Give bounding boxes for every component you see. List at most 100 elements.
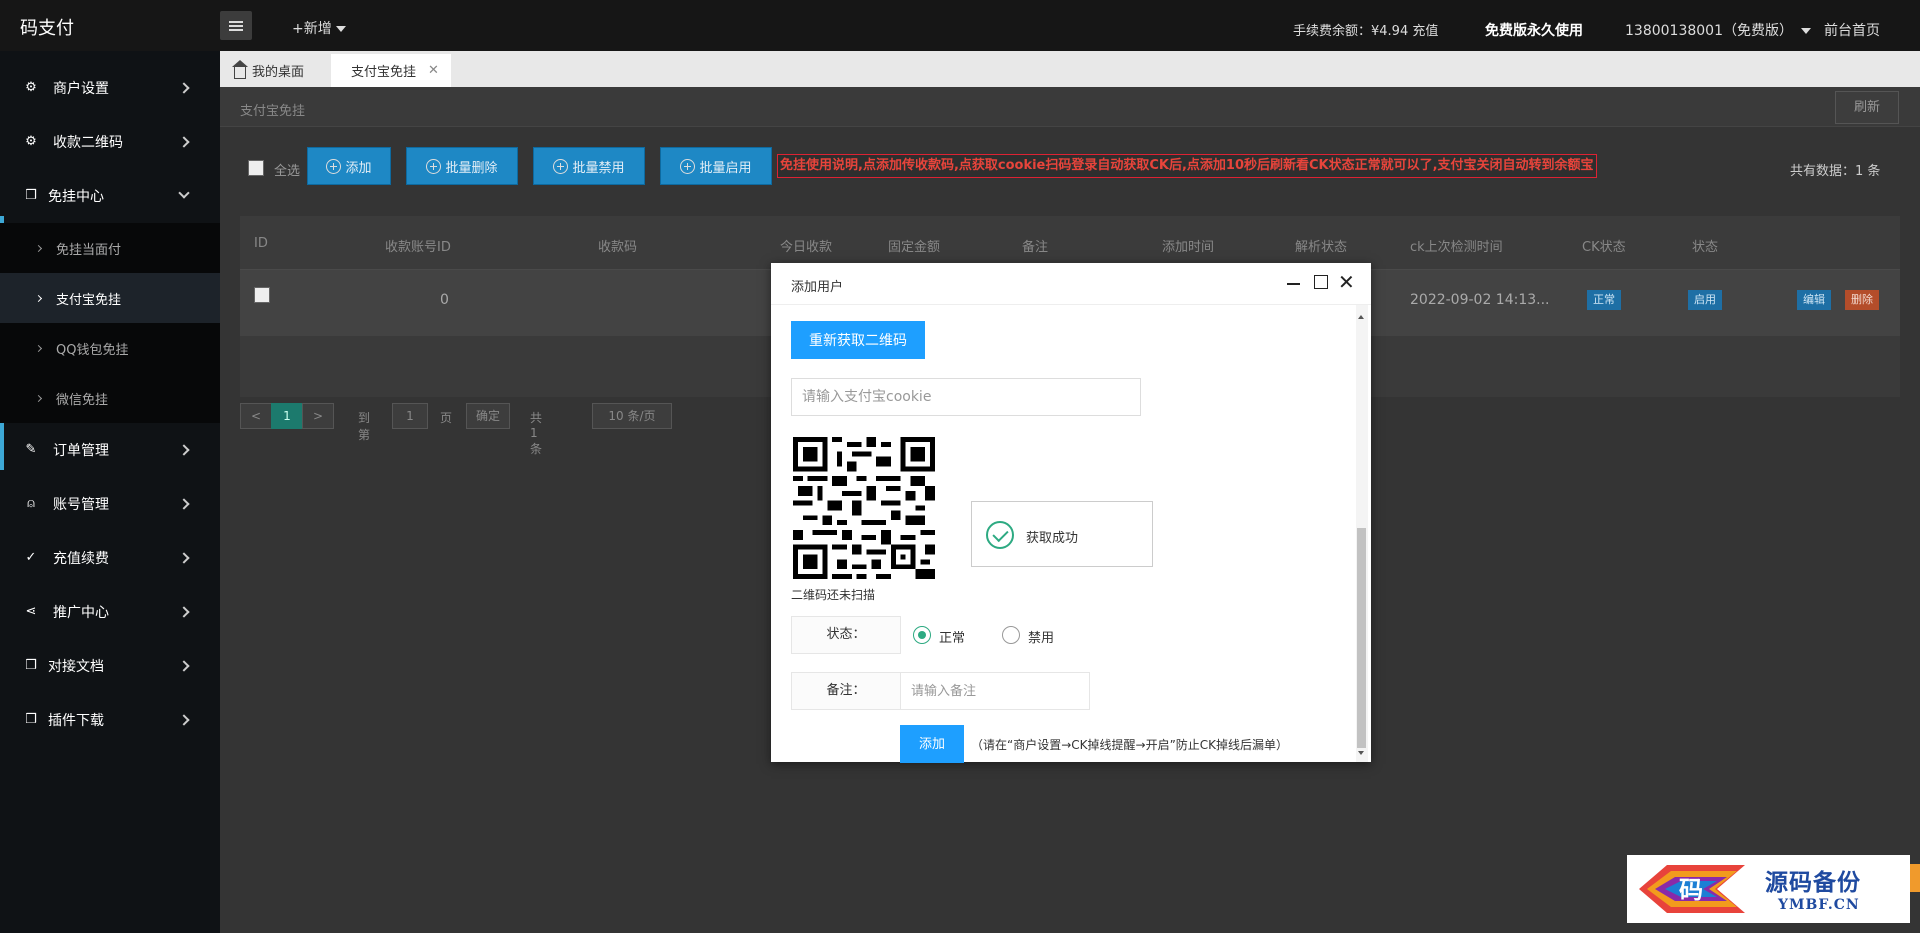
plus-circle-icon xyxy=(326,158,342,174)
sidebar-item-docs[interactable]: ❒ 对接文档 xyxy=(0,639,220,693)
cookie-input[interactable] xyxy=(791,378,1141,416)
breadcrumb-bar: 支付宝免挂 刷新 xyxy=(220,87,1920,127)
tab-alipay[interactable]: 支付宝免挂 ✕ xyxy=(331,54,451,87)
plus-circle-icon xyxy=(680,158,696,174)
modal-scrollbar-thumb[interactable] xyxy=(1357,528,1366,748)
next-page-button[interactable]: > xyxy=(302,403,334,429)
add-button[interactable]: 添加 xyxy=(307,147,391,185)
scroll-down-icon[interactable] xyxy=(1358,751,1364,755)
batch-enable-button[interactable]: 批量启用 xyxy=(660,147,772,185)
sidebar-item-plugins[interactable]: ❒ 插件下载 xyxy=(0,693,220,747)
sidebar-subitem-face-pay[interactable]: 免挂当面付 xyxy=(0,223,220,273)
chevron-right-icon xyxy=(34,244,43,252)
edit-button[interactable]: 编辑 xyxy=(1797,290,1831,310)
usage-notice: 免挂使用说明,点添加传收款码,点获取cookie扫码登录自动获取CK后,点添加1… xyxy=(777,154,1597,178)
sidebar-item-label: 对接文档 xyxy=(48,659,104,675)
row-checkbox[interactable] xyxy=(254,287,270,303)
breadcrumb: 支付宝免挂 xyxy=(240,104,306,119)
goto-confirm-button[interactable]: 确定 xyxy=(466,403,510,429)
chevron-down-icon xyxy=(178,187,190,199)
watermark-en: YMBF.CN xyxy=(1778,897,1860,913)
sidebar-subitem-wechat[interactable]: 微信免挂 xyxy=(0,373,220,423)
sidebar-item-merchant-settings[interactable]: ⚙ 商户设置 xyxy=(0,61,220,115)
scroll-up-icon[interactable] xyxy=(1358,315,1364,319)
sidebar-item-recharge[interactable]: ✓ 充值续费 xyxy=(0,531,220,585)
tab-bar: 我的桌面 支付宝免挂 ✕ xyxy=(220,51,1920,87)
page-size-select[interactable]: 10 条/页 xyxy=(592,403,672,429)
status-disabled-radio[interactable] xyxy=(1002,626,1020,644)
gear-icon: ⚙ xyxy=(25,134,37,149)
chevron-right-icon xyxy=(34,294,43,302)
maximize-icon[interactable] xyxy=(1314,275,1328,289)
batch-enable-label: 批量启用 xyxy=(699,160,752,176)
sidebar-item-label: 推广中心 xyxy=(53,605,109,621)
watermark-logo: 码 xyxy=(1639,865,1745,913)
sidebar-item-accounts[interactable]: ⍝ 账号管理 xyxy=(0,477,220,531)
sidebar-subitem-label: 微信免挂 xyxy=(56,392,109,408)
sidebar-item-label: 订单管理 xyxy=(53,443,109,459)
sidebar-item-label: 商户设置 xyxy=(53,81,109,97)
fee-balance[interactable]: 手续费余额：¥4.94 充值 xyxy=(1293,20,1438,39)
remark-input[interactable] xyxy=(900,672,1090,710)
close-icon[interactable]: ✕ xyxy=(428,63,439,78)
user-icon: ⍝ xyxy=(27,496,35,511)
sidebar-item-label: 收款二维码 xyxy=(53,135,123,151)
home-icon xyxy=(232,59,248,79)
ck-reminder-tip: （请在“商户设置→CK掉线提醒→开启”防止CK掉线后漏单） xyxy=(971,738,1289,752)
ck-status-badge: 正常 xyxy=(1587,290,1621,310)
chevron-right-icon xyxy=(178,552,190,564)
delete-button[interactable]: 删除 xyxy=(1845,290,1879,310)
plan-label: 免费版永久使用 xyxy=(1485,23,1583,39)
plus-circle-icon xyxy=(426,158,442,174)
batch-delete-button[interactable]: 批量删除 xyxy=(406,147,518,185)
status-normal-label[interactable]: 正常 xyxy=(939,627,965,646)
sidebar-item-orders[interactable]: ✎ 订单管理 xyxy=(0,423,220,477)
minimize-icon[interactable] xyxy=(1287,283,1300,285)
chevron-right-icon xyxy=(178,498,190,510)
share-icon: ⋖ xyxy=(25,604,37,619)
status-normal-radio[interactable] xyxy=(913,626,931,644)
sidebar-item-qr-codes[interactable]: ⚙ 收款二维码 xyxy=(0,115,220,169)
new-menu-button[interactable]: +新增 xyxy=(292,18,346,38)
prev-page-button[interactable]: < xyxy=(240,403,272,429)
cube-icon: ❒ xyxy=(25,188,37,203)
select-all-checkbox[interactable] xyxy=(248,160,264,176)
menu-toggle-button[interactable] xyxy=(220,11,252,40)
user-menu[interactable]: 13800138001（免费版） xyxy=(1625,20,1812,40)
modal-title: 添加用户 xyxy=(791,280,844,295)
page-1-button[interactable]: 1 xyxy=(271,403,303,429)
toolbar: 全选 添加 批量删除 批量禁用 批量启用 免挂使用说明,点添加传收款码,点获取c… xyxy=(220,142,1920,202)
cube-icon: ❒ xyxy=(25,712,37,727)
app-logo[interactable]: 码支付 xyxy=(20,14,74,40)
home-link[interactable]: 前台首页 xyxy=(1824,20,1880,40)
regenerate-qr-button[interactable]: 重新获取二维码 xyxy=(791,321,925,359)
close-icon[interactable]: ✕ xyxy=(1338,272,1355,292)
gear-icon: ⚙ xyxy=(25,80,37,95)
user-name: 13800138001（免费版） xyxy=(1625,23,1793,39)
sidebar-item-hang-free-center[interactable]: ❒ 免挂中心 xyxy=(0,169,220,223)
batch-delete-label: 批量删除 xyxy=(445,160,498,176)
cube-icon: ❒ xyxy=(25,658,37,673)
tab-desktop[interactable]: 我的桌面 xyxy=(232,54,304,87)
batch-disable-button[interactable]: 批量禁用 xyxy=(533,147,645,185)
page-unit-label: 页 xyxy=(440,411,453,425)
chevron-right-icon xyxy=(178,444,190,456)
hamburger-icon xyxy=(229,20,243,31)
sidebar-subitem-label: QQ钱包免挂 xyxy=(56,342,129,358)
chevron-right-icon xyxy=(178,136,190,148)
submit-add-button[interactable]: 添加 xyxy=(900,725,964,763)
status-disabled-label[interactable]: 禁用 xyxy=(1028,627,1054,646)
col-added-time: 添加时间 xyxy=(1162,240,1215,255)
watermark-logo-char: 码 xyxy=(1679,875,1703,904)
refresh-button[interactable]: 刷新 xyxy=(1835,91,1899,124)
edit-icon: ✎ xyxy=(25,442,37,457)
col-ck-check-time: ck上次检测时间 xyxy=(1410,240,1503,255)
batch-disable-label: 批量禁用 xyxy=(572,160,625,176)
sidebar-subitem-alipay[interactable]: 支付宝免挂 xyxy=(0,273,220,323)
goto-label: 到第 xyxy=(358,411,371,442)
sidebar-item-label: 充值续费 xyxy=(53,551,109,567)
sidebar-item-promotion[interactable]: ⋖ 推广中心 xyxy=(0,585,220,639)
sidebar-subitem-qq-wallet[interactable]: QQ钱包免挂 xyxy=(0,323,220,373)
status-badge[interactable]: 启用 xyxy=(1688,290,1722,310)
goto-page-input[interactable]: 1 xyxy=(392,403,428,429)
